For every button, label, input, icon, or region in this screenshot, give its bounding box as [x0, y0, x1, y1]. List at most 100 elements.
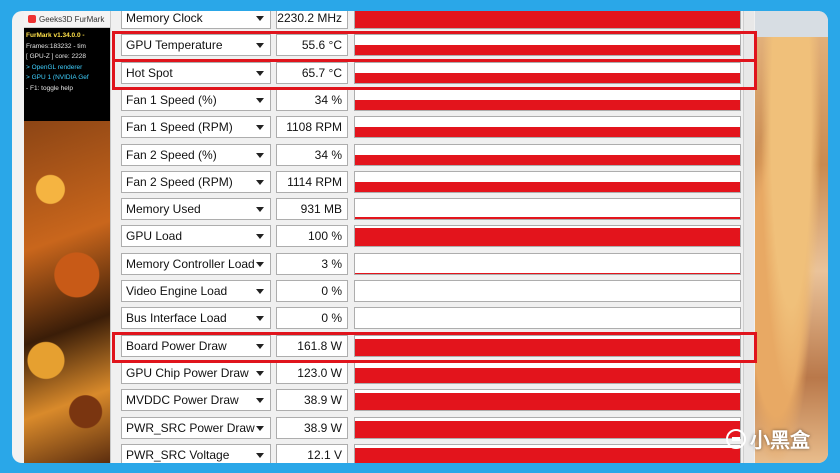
sensor-value: 38.9 W: [276, 416, 348, 439]
chevron-down-icon[interactable]: [256, 289, 264, 294]
sensor-row: Board Power Draw 161.8 W: [111, 333, 755, 360]
sensor-graph: [354, 361, 741, 384]
chevron-down-icon[interactable]: [256, 207, 264, 213]
sensor-graph: [354, 88, 741, 111]
chevron-down-icon[interactable]: [256, 179, 264, 185]
sensor-graph-fill: [355, 217, 740, 220]
sensor-row: Memory Clock 2230.2 MHz: [111, 11, 755, 32]
furmark-line: FurMark v1.34.0.0 -: [26, 32, 85, 39]
sensor-graph: [354, 389, 741, 412]
chevron-down-icon[interactable]: [256, 261, 264, 267]
chevron-down-icon[interactable]: [256, 70, 264, 76]
sensor-graph-fill: [355, 338, 740, 356]
sensor-name-dropdown[interactable]: PWR_SRC Power Draw: [121, 416, 271, 439]
sensor-name: Fan 1 Speed (RPM): [126, 120, 233, 135]
chevron-down-icon[interactable]: [256, 152, 264, 158]
sensor-graph: [354, 61, 741, 84]
sensor-name-dropdown[interactable]: GPU Chip Power Draw: [121, 361, 271, 384]
sensor-graph: [354, 443, 741, 463]
sensor-name-dropdown[interactable]: Bus Interface Load: [121, 307, 271, 330]
sensor-scrollbar[interactable]: [743, 11, 754, 463]
sensor-name: MVDDC Power Draw: [126, 393, 239, 408]
sensor-value: 34 %: [276, 88, 348, 111]
sensor-graph-fill: [355, 228, 740, 247]
sensor-graph-fill: [355, 154, 740, 165]
watermark: 小黑盒: [726, 424, 810, 453]
furmark-overlay-text: FurMark v1.34.0.0 - Frames:183232 - tim [ …: [24, 28, 114, 97]
chevron-down-icon[interactable]: [256, 234, 264, 240]
sensor-row: Fan 2 Speed (RPM) 1114 RPM: [111, 169, 755, 196]
heybox-logo-icon: [726, 428, 746, 449]
furmark-line: Frames:183232 - tim: [26, 42, 86, 50]
sensor-name: GPU Chip Power Draw: [126, 365, 249, 380]
sensor-row: GPU Temperature 55.6 °C: [111, 32, 755, 59]
chevron-down-icon[interactable]: [256, 43, 264, 49]
chevron-down-icon[interactable]: [256, 16, 264, 21]
sensor-graph: [354, 307, 741, 330]
video-frame: Geeks3D FurMark FurMark v1.34.0.0 - Frame…: [12, 11, 828, 463]
furmark-title: Geeks3D FurMark: [39, 14, 105, 24]
sensor-name-dropdown[interactable]: GPU Temperature: [121, 34, 271, 57]
sensor-name-dropdown[interactable]: Fan 1 Speed (RPM): [121, 116, 271, 139]
chevron-down-icon[interactable]: [256, 370, 264, 376]
sensor-name-dropdown[interactable]: Hot Spot: [121, 61, 271, 84]
sensor-graph-fill: [355, 367, 740, 383]
sensor-row: Fan 2 Speed (%) 34 %: [111, 142, 755, 169]
sensor-name-dropdown[interactable]: Fan 2 Speed (RPM): [121, 170, 271, 193]
sensor-graph: [354, 416, 741, 439]
sensor-graph-fill: [355, 127, 740, 138]
chevron-down-icon[interactable]: [256, 425, 264, 431]
sensor-name-dropdown[interactable]: Fan 2 Speed (%): [121, 143, 271, 166]
sensor-name-dropdown[interactable]: Memory Clock: [121, 11, 271, 29]
sensor-name-dropdown[interactable]: PWR_SRC Voltage: [121, 443, 271, 463]
sensor-name-dropdown[interactable]: Memory Used: [121, 198, 271, 221]
sensor-row: Fan 1 Speed (RPM) 1108 RPM: [111, 114, 755, 141]
gpuz-sensor-panel: Memory Clock 2230.2 MHz GPU Temperature 55.…: [110, 11, 755, 463]
furmark-titlebar[interactable]: Geeks3D FurMark: [24, 11, 114, 28]
sensor-name-dropdown[interactable]: MVDDC Power Draw: [121, 389, 271, 412]
sensor-value: 38.9 W: [276, 389, 348, 412]
sensor-value: 0 %: [276, 280, 348, 302]
sensor-graph: [354, 170, 741, 193]
chevron-down-icon[interactable]: [256, 398, 264, 404]
sensor-name: GPU Load: [126, 229, 183, 244]
chevron-down-icon[interactable]: [256, 316, 264, 322]
furmark-line: - F1: toggle help: [26, 84, 73, 92]
sensor-name: Board Power Draw: [126, 338, 227, 353]
sensor-graph: [354, 198, 741, 221]
sensor-value: 34 %: [276, 143, 348, 166]
chevron-down-icon[interactable]: [256, 125, 264, 131]
chevron-down-icon[interactable]: [256, 97, 264, 103]
furmark-window[interactable]: Geeks3D FurMark FurMark v1.34.0.0 - Frame…: [24, 11, 114, 121]
sensor-graph: [354, 143, 741, 166]
sensor-graph: [354, 11, 741, 29]
chevron-down-icon[interactable]: [256, 343, 264, 349]
sensor-value: 65.7 °C: [276, 61, 348, 84]
sensor-name: GPU Temperature: [126, 38, 223, 53]
sensor-row: Fan 1 Speed (%) 34 %: [111, 87, 755, 114]
sensor-value: 1114 RPM: [276, 170, 348, 193]
sensor-name-dropdown[interactable]: GPU Load: [121, 225, 271, 248]
sensor-value: 161.8 W: [276, 334, 348, 357]
sensor-name-dropdown[interactable]: Video Engine Load: [121, 280, 271, 302]
sensor-name-dropdown[interactable]: Board Power Draw: [121, 334, 271, 357]
sensor-graph-fill: [355, 393, 740, 411]
sensor-row: Hot Spot 65.7 °C: [111, 60, 755, 87]
chevron-down-icon[interactable]: [256, 452, 264, 458]
sensor-graph: [354, 225, 741, 248]
sensor-row: Video Engine Load 0 %: [111, 278, 755, 305]
sensor-name-dropdown[interactable]: Fan 1 Speed (%): [121, 88, 271, 111]
sensor-graph-fill: [355, 181, 740, 192]
sensor-row: Memory Controller Load 3 %: [111, 251, 755, 278]
sensor-graph-fill: [355, 11, 740, 28]
furmark-line: > OpenGL renderer: [26, 63, 83, 71]
sensor-name-dropdown[interactable]: Memory Controller Load: [121, 252, 271, 275]
sensor-name: Fan 2 Speed (%): [126, 147, 217, 162]
sensor-name: Fan 2 Speed (RPM): [126, 174, 233, 189]
sensor-graph: [354, 116, 741, 139]
sensor-name: PWR_SRC Power Draw: [126, 420, 255, 435]
sensor-value: 12.1 V: [276, 443, 348, 463]
furmark-line: [ GPU-Z ] core: 2228: [26, 53, 86, 60]
sensor-name: Video Engine Load: [126, 284, 228, 298]
sensor-row: PWR_SRC Voltage 12.1 V: [111, 442, 755, 463]
